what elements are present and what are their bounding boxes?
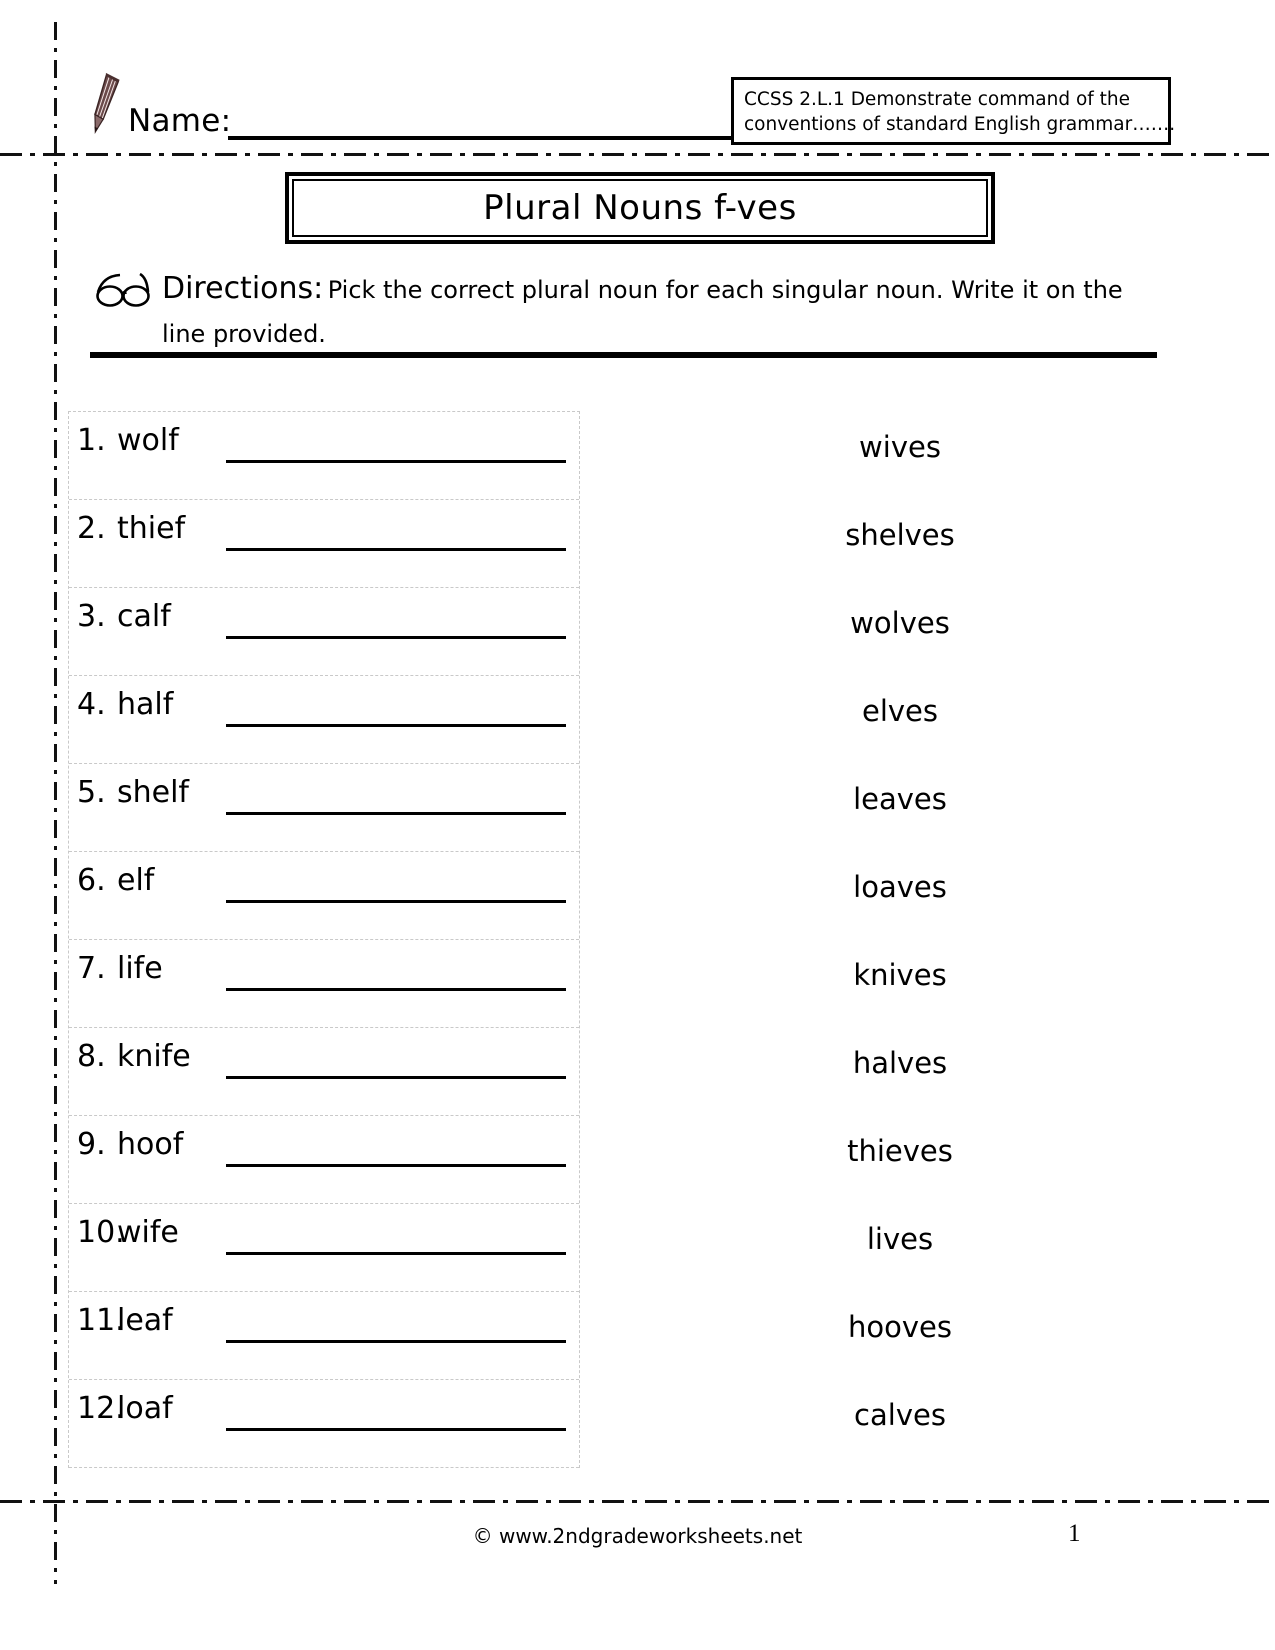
word-bank-item: hooves xyxy=(848,1310,952,1344)
exercise-answer-line[interactable] xyxy=(226,1252,566,1255)
exercise-answer-line[interactable] xyxy=(226,548,566,551)
exercise-answer-line[interactable] xyxy=(226,1340,566,1343)
cut-guide-horizontal-top xyxy=(0,153,1275,156)
worksheet-page: Name: CCSS 2.L.1 Demonstrate command of … xyxy=(0,0,1275,1650)
exercise-word: wolf xyxy=(117,423,179,458)
ccss-standard-box: CCSS 2.L.1 Demonstrate command of the co… xyxy=(731,77,1176,145)
exercise-word: life xyxy=(117,951,163,986)
cut-guide-horizontal-bottom xyxy=(0,1500,1275,1503)
word-bank-item: lives xyxy=(866,1222,934,1256)
name-row: Name: xyxy=(86,70,783,150)
horizontal-divider-rule xyxy=(90,352,1157,358)
word-bank-item: halves xyxy=(852,1046,948,1080)
exercise-answer-line[interactable] xyxy=(226,988,566,991)
exercise-word: calf xyxy=(117,599,171,634)
exercise-word: half xyxy=(117,687,174,722)
table-row: 5. shelf xyxy=(69,764,579,852)
exercise-word: thief xyxy=(117,511,186,546)
exercise-number: 8. xyxy=(77,1039,106,1074)
exercise-answer-line[interactable] xyxy=(226,460,566,463)
word-bank-item: calves xyxy=(854,1398,946,1432)
exercise-word: leaf xyxy=(117,1303,173,1338)
glasses-icon xyxy=(96,272,150,307)
exercise-number: 3. xyxy=(77,599,106,634)
exercise-answer-line[interactable] xyxy=(226,812,566,815)
word-bank-item: leaves xyxy=(853,782,947,816)
exercise-word: wife xyxy=(117,1215,179,1250)
table-row: 2. thief xyxy=(69,500,579,588)
exercise-number: 5. xyxy=(77,775,106,810)
table-row: 6. elf xyxy=(69,852,579,940)
exercise-answer-line[interactable] xyxy=(226,724,566,727)
word-bank-item: loaves xyxy=(853,870,947,904)
word-bank-item: wolves xyxy=(850,606,950,640)
exercise-word: elf xyxy=(117,863,155,898)
table-row: 3. calf xyxy=(69,588,579,676)
word-bank-item: shelves xyxy=(845,518,955,552)
exercise-number: 1. xyxy=(77,423,106,458)
page-title: Plural Nouns f-ves xyxy=(483,188,797,228)
table-row: 12. loaf xyxy=(69,1380,579,1468)
directions-block: Directions: Pick the correct plural noun… xyxy=(162,270,1123,357)
table-row: 7. life xyxy=(69,940,579,1028)
table-row: 1. wolf xyxy=(69,412,579,500)
word-bank-item: elves xyxy=(861,694,938,728)
table-row: 8. knife xyxy=(69,1028,579,1116)
exercise-answer-line[interactable] xyxy=(226,900,566,903)
table-row: 4. half xyxy=(69,676,579,764)
title-box-inner-border: Plural Nouns f-ves xyxy=(292,179,988,237)
directions-text-line-2: line provided. xyxy=(162,320,326,348)
word-bank-item: thieves xyxy=(847,1134,953,1168)
name-label: Name: xyxy=(128,103,232,139)
exercise-table: 1. wolf 2. thief 3. calf 4. half 5. shel… xyxy=(68,411,580,1468)
page-number: 1 xyxy=(1068,1520,1081,1547)
title-box: Plural Nouns f-ves xyxy=(285,172,995,244)
table-row: 9. hoof xyxy=(69,1116,579,1204)
word-bank-item: wives xyxy=(859,430,941,464)
directions-label: Directions: xyxy=(162,271,324,306)
ccss-line-1: CCSS 2.L.1 Demonstrate command of the xyxy=(744,89,1131,110)
directions-text-line-1: Pick the correct plural noun for each si… xyxy=(327,276,1123,304)
footer-credit: © www.2ndgradeworksheets.net xyxy=(472,1524,803,1548)
exercise-number: 7. xyxy=(77,951,106,986)
exercise-number: 4. xyxy=(77,687,106,722)
cut-guide-vertical xyxy=(54,22,57,1584)
exercise-answer-line[interactable] xyxy=(226,1428,566,1431)
exercise-answer-line[interactable] xyxy=(226,636,566,639)
exercise-word: knife xyxy=(117,1039,191,1074)
word-bank-item: knives xyxy=(853,958,947,992)
table-row: 10. wife xyxy=(69,1204,579,1292)
exercise-number: 2. xyxy=(77,511,106,546)
exercise-number: 6. xyxy=(77,863,106,898)
pencil-icon xyxy=(94,72,120,134)
table-row: 11. leaf xyxy=(69,1292,579,1380)
name-input-line[interactable] xyxy=(228,136,783,140)
word-bank: wives shelves wolves elves leaves loaves… xyxy=(760,411,1040,1467)
exercise-answer-line[interactable] xyxy=(226,1164,566,1167)
exercise-word: loaf xyxy=(117,1391,173,1426)
exercise-number: 9. xyxy=(77,1127,106,1162)
ccss-line-2: conventions of standard English grammar…… xyxy=(744,114,1176,135)
exercise-answer-line[interactable] xyxy=(226,1076,566,1079)
exercise-word: hoof xyxy=(117,1127,184,1162)
exercise-word: shelf xyxy=(117,775,189,810)
